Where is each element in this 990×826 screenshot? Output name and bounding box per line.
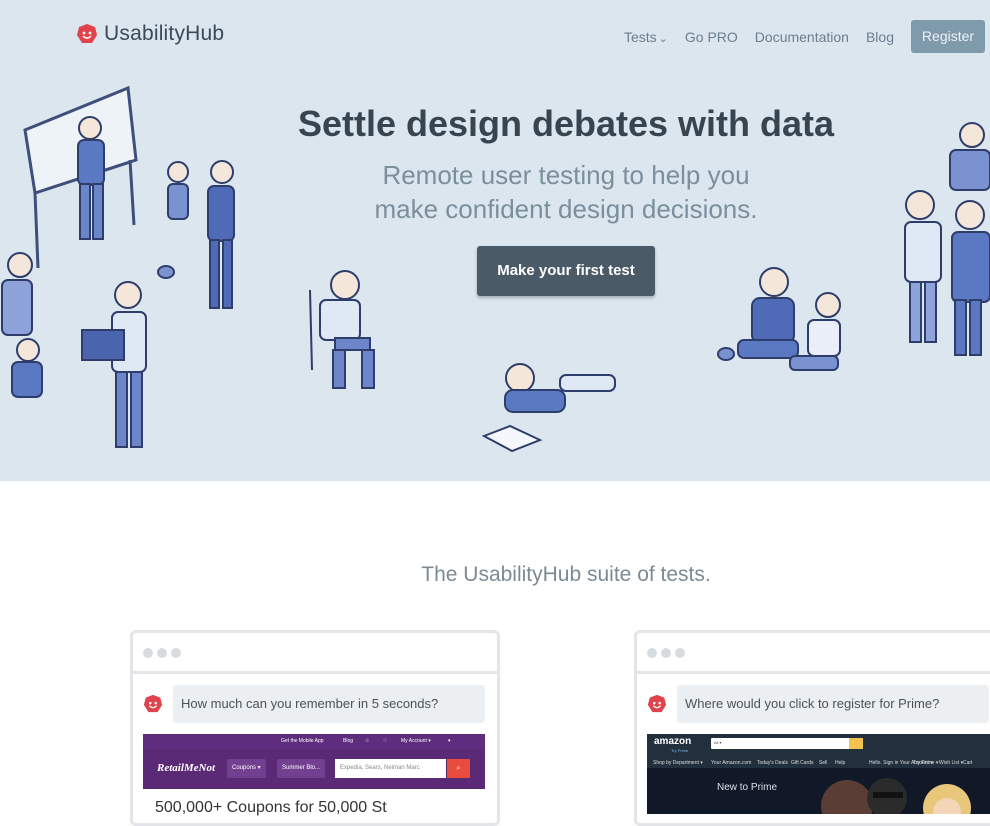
rmn-top-link: My Account ▾ xyxy=(401,738,431,744)
person-woman-left-illustration xyxy=(1,252,43,398)
rmn-coupons-button: Coupons ▾ xyxy=(227,759,266,778)
person-child-illustration xyxy=(789,292,841,371)
hero-subheadline-line-1: Remote user testing to help you xyxy=(382,160,750,190)
amazon-nav-link: Gift Cards xyxy=(791,760,814,766)
amazon-nav-link: Today's Deals xyxy=(757,760,788,766)
brand-name: UsabilityHub xyxy=(104,22,225,45)
nav-link-documentation[interactable]: Documentation xyxy=(755,29,849,45)
make-first-test-button[interactable]: Make your first test xyxy=(477,246,655,296)
window-dot-icon xyxy=(647,648,657,658)
top-navigation: UsabilityHub Tests ⌄ Go PRO Documentation… xyxy=(0,0,990,72)
person-grandpa-illustration xyxy=(737,267,799,359)
nav-links: Tests ⌄ Go PRO Documentation Blog Registe… xyxy=(624,20,990,53)
rmn-search-field: Expedia, Sears, Neiman Marc xyxy=(335,759,446,778)
test-question: How much can you remember in 5 seconds? xyxy=(173,685,485,723)
bird-illustration xyxy=(157,265,175,279)
cart-icon: Cart xyxy=(963,760,973,766)
amazon-nav-link: Your Amazon.com xyxy=(711,760,752,766)
nav-link-tests-label: Tests xyxy=(623,28,657,45)
amazon-banner: New to Prime xyxy=(647,768,990,814)
rmn-top-link: Get the Mobile App xyxy=(281,738,324,744)
browser-bar xyxy=(133,633,497,674)
window-dot-icon xyxy=(143,648,153,658)
test-question: Where would you click to register for Pr… xyxy=(677,685,989,723)
hero-section: UsabilityHub Tests ⌄ Go PRO Documentation… xyxy=(0,0,990,481)
chevron-down-icon: ⌄ xyxy=(658,32,668,45)
amazon-nav-link: Shop by Department ▾ xyxy=(653,760,703,766)
nav-link-blog[interactable]: Blog xyxy=(866,29,894,45)
amazon-banner-people-image xyxy=(821,778,971,814)
amazon-search-label: All ▾ xyxy=(714,740,722,745)
window-dot-icon xyxy=(675,648,685,658)
nav-link-tests[interactable]: Tests ⌄ xyxy=(624,29,668,45)
retailmenot-logo: RetailMeNot xyxy=(157,762,216,774)
rmn-stat-line: 500,000+ Coupons for 50,000 St xyxy=(155,799,387,816)
hero-subheadline-line-2: make confident design decisions. xyxy=(374,194,758,224)
hero-subheadline: Remote user testing to help you make con… xyxy=(0,158,990,226)
flag-icon: ▾ xyxy=(448,738,451,744)
suite-title: The UsabilityHub suite of tests. xyxy=(421,563,711,586)
hero-headline: Settle design debates with data xyxy=(297,103,835,144)
amazon-screenshot: amazon Try Prime All ▾ Shop by Departmen… xyxy=(647,734,990,814)
amazon-logo-sub: Try Prime xyxy=(671,748,689,753)
hero-illustration xyxy=(1,85,990,453)
usabilityhub-avatar-icon xyxy=(647,694,667,713)
window-dot-icon xyxy=(157,648,167,658)
nav-link-go-pro[interactable]: Go PRO xyxy=(685,29,738,45)
usabilityhub-logo-icon xyxy=(77,24,97,43)
click-test-card[interactable]: Where would you click to register for Pr… xyxy=(634,630,990,826)
rmn-summer-button: Summer Blo... xyxy=(277,759,326,778)
person-lying-girl-illustration xyxy=(481,363,616,453)
five-second-test-card[interactable]: How much can you remember in 5 seconds? … xyxy=(130,630,500,826)
search-icon: ⌕ xyxy=(447,759,470,778)
star-icon: ☆ xyxy=(365,738,370,744)
person-laptop-man-illustration xyxy=(81,281,147,448)
amazon-banner-text: New to Prime xyxy=(717,782,778,793)
amazon-nav-link: Try Prime ▾ xyxy=(913,760,939,766)
amazon-nav-link: Sell xyxy=(819,760,828,766)
amazon-nav-link: Help xyxy=(835,760,846,766)
register-button[interactable]: Register xyxy=(911,20,985,53)
bird-right-illustration xyxy=(717,347,735,361)
window-dot-icon xyxy=(171,648,181,658)
amazon-nav-link: Wish List ▾ xyxy=(939,760,964,766)
brand-logo[interactable]: UsabilityHub xyxy=(76,22,224,46)
amazon-logo: amazon xyxy=(654,736,692,747)
retailmenot-screenshot: Get the Mobile App Blog ☆ ♡ My Account ▾… xyxy=(143,734,485,789)
person-sitting-girl-illustration xyxy=(309,270,375,389)
search-icon xyxy=(849,738,863,749)
browser-bar xyxy=(637,633,990,674)
usabilityhub-avatar-icon xyxy=(143,694,163,713)
heart-icon: ♡ xyxy=(383,738,388,744)
window-dot-icon xyxy=(661,648,671,658)
rmn-top-link: Blog xyxy=(343,738,354,744)
amazon-search-field xyxy=(711,738,863,749)
